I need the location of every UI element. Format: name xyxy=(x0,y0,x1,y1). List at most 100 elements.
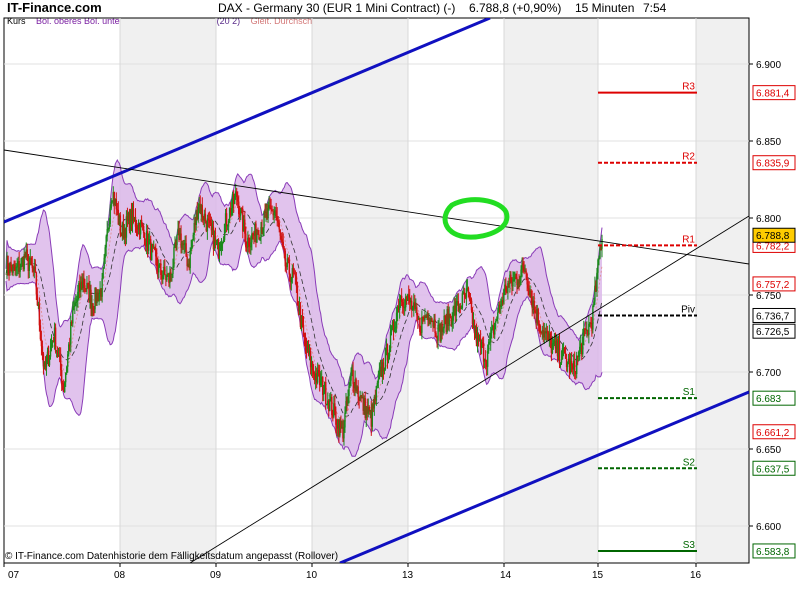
candle-body xyxy=(294,274,297,277)
candle-body xyxy=(115,199,117,210)
candle-body xyxy=(468,293,471,300)
candle-body xyxy=(45,358,48,367)
candle-body xyxy=(357,386,359,397)
candle-body xyxy=(77,291,79,299)
candle-body xyxy=(465,288,468,298)
candle-body xyxy=(348,385,350,397)
level-value-label: 6.583,8 xyxy=(756,547,790,558)
candle-body xyxy=(238,201,240,215)
candle-body xyxy=(588,323,590,336)
candle-body xyxy=(334,403,336,412)
candle-body xyxy=(223,223,226,240)
side-value-label: 6.661,2 xyxy=(756,428,790,439)
candle-body xyxy=(219,248,222,251)
y-tick-label: 6.850 xyxy=(756,137,781,148)
candle-body xyxy=(329,399,331,412)
candle-body xyxy=(352,369,354,384)
candle-body xyxy=(287,258,290,260)
candle-body xyxy=(455,301,457,316)
candle-body xyxy=(225,213,228,227)
candle-body xyxy=(142,225,145,234)
candle-body xyxy=(105,236,107,248)
candle-body xyxy=(110,201,112,209)
candle-body xyxy=(491,328,493,333)
candle-body xyxy=(522,263,524,267)
candle-body xyxy=(496,318,498,321)
candle-body xyxy=(109,208,111,225)
x-tick-label: 14 xyxy=(500,570,512,581)
candle-body xyxy=(303,335,306,339)
day-shade xyxy=(696,18,749,563)
candle-body xyxy=(215,241,218,243)
candle-body xyxy=(246,246,248,248)
candle-body xyxy=(302,325,305,336)
candle-body xyxy=(350,373,352,381)
candle-body xyxy=(171,273,173,275)
candle-body xyxy=(601,238,603,249)
candle-body xyxy=(296,286,299,306)
candle-body xyxy=(451,320,453,325)
candle-body xyxy=(331,397,333,416)
candle-body xyxy=(463,292,466,296)
candle-body xyxy=(189,250,191,269)
candle-body xyxy=(494,322,496,335)
candle-body xyxy=(154,246,156,250)
candle-body xyxy=(93,309,95,311)
candle-body xyxy=(467,288,470,294)
candle-body xyxy=(398,301,401,311)
candle-body xyxy=(108,224,110,229)
candle-body xyxy=(192,234,194,241)
candle-body xyxy=(573,360,576,372)
candle-body xyxy=(98,293,100,302)
candle-body xyxy=(507,283,509,292)
candle-body xyxy=(416,307,418,316)
candle-body xyxy=(419,318,421,333)
candle-body xyxy=(437,325,439,341)
candle-body xyxy=(538,323,540,326)
candle-body xyxy=(72,306,74,324)
candle-body xyxy=(503,289,505,303)
candle-body xyxy=(284,250,286,267)
candle-body xyxy=(166,274,168,280)
candle-body xyxy=(84,285,86,289)
candle-body xyxy=(408,294,410,297)
candle-body xyxy=(104,247,106,258)
candle-body xyxy=(230,207,233,216)
candle-body xyxy=(383,368,386,372)
candle-body xyxy=(134,216,137,227)
candle-body xyxy=(375,385,378,401)
candle-body xyxy=(41,346,44,354)
candle-body xyxy=(486,350,489,367)
x-tick-label: 09 xyxy=(210,570,222,581)
level-label-r2: R2 xyxy=(682,152,695,163)
y-tick-label: 6.700 xyxy=(756,368,781,379)
candle-body xyxy=(141,223,144,226)
y-tick-label: 6.900 xyxy=(756,60,781,71)
candle-body xyxy=(143,233,146,246)
candle-body xyxy=(16,266,18,268)
candle-body xyxy=(10,262,12,268)
candle-body xyxy=(505,284,507,292)
candle-body xyxy=(534,310,536,313)
candle-body xyxy=(376,382,379,386)
candle-body xyxy=(395,312,398,328)
candle-body xyxy=(421,316,423,333)
candle-body xyxy=(596,272,598,292)
candle-body xyxy=(67,354,69,367)
candle-body xyxy=(434,319,436,334)
level-value-label: 6.835,9 xyxy=(756,159,790,170)
candle-body xyxy=(102,268,104,279)
candle-body xyxy=(459,306,462,309)
candle-body xyxy=(401,302,404,307)
candle-body xyxy=(256,233,258,243)
candle-body xyxy=(325,381,327,405)
candle-body xyxy=(460,308,463,310)
candle-body xyxy=(252,233,254,235)
candle-body xyxy=(270,207,272,211)
candle-body xyxy=(578,351,580,358)
candle-body xyxy=(75,301,77,303)
candle-body xyxy=(106,228,108,237)
level-value-label: 6.736,7 xyxy=(756,311,790,322)
support-trendline xyxy=(189,215,749,563)
candle-body xyxy=(147,241,150,251)
